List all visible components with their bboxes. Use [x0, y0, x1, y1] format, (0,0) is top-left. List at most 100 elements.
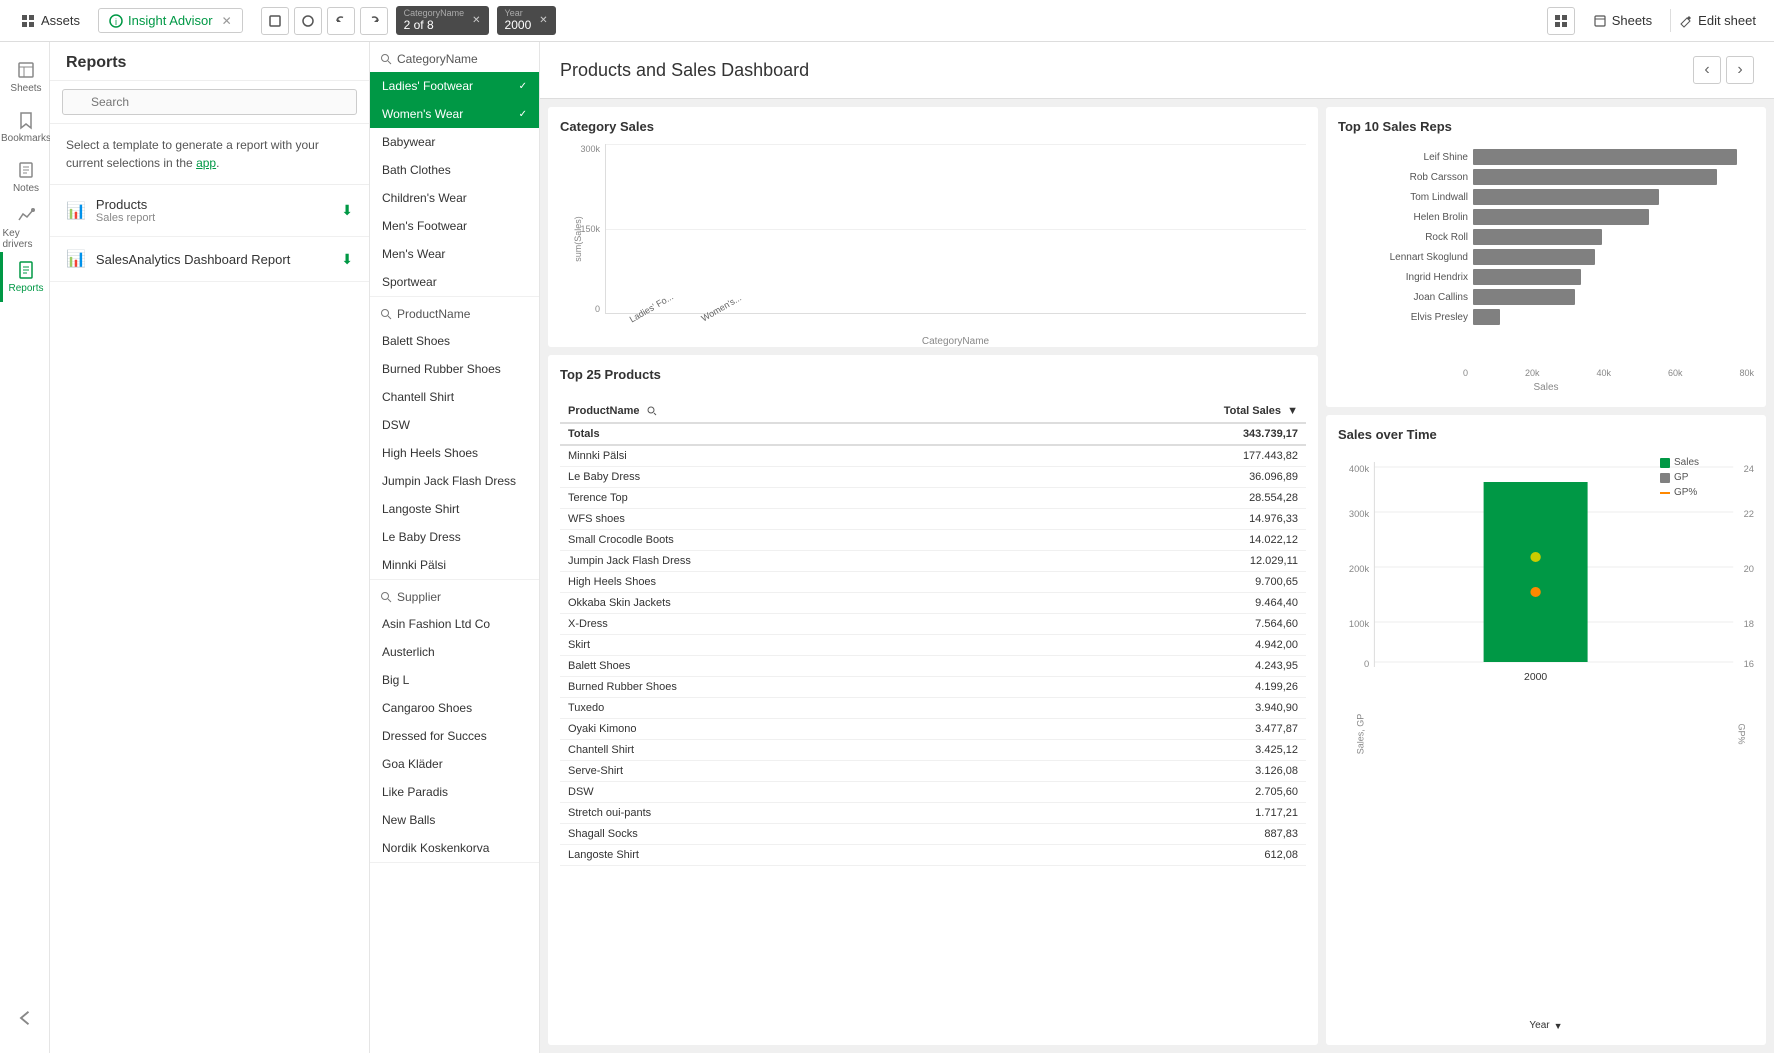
chip-year[interactable]: Year 2000 ✕: [497, 6, 556, 35]
supplier-big-l[interactable]: Big L: [370, 666, 539, 694]
table-row[interactable]: Balett Shoes4.243,95: [560, 656, 1306, 677]
nav-next-btn[interactable]: ›: [1726, 56, 1754, 84]
topbar-right: Sheets Edit sheet: [1547, 7, 1764, 35]
top25-table-container[interactable]: ProductName Total Sales ▼: [560, 400, 1306, 1033]
sort-icon[interactable]: ▼: [1287, 405, 1298, 417]
product-sales-cell: 14.976,33: [1053, 509, 1306, 530]
search-col-icon[interactable]: [647, 406, 657, 416]
table-row[interactable]: Serve-Shirt3.126,08: [560, 761, 1306, 782]
table-row[interactable]: Oyaki Kimono3.477,87: [560, 719, 1306, 740]
category-childrens-wear[interactable]: Children's Wear: [370, 184, 539, 212]
table-row[interactable]: Stretch oui-pants1.717,21: [560, 803, 1306, 824]
table-row[interactable]: Shagall Socks887,83: [560, 824, 1306, 845]
toolbar-btn-3[interactable]: [327, 7, 355, 35]
redo-icon: [367, 14, 381, 28]
nav-prev-btn[interactable]: ‹: [1693, 56, 1721, 84]
select-icon: [301, 14, 315, 28]
dashboard-body: Category Sales 300k 150k 0 sum(Sales): [540, 99, 1774, 1053]
sidebar-item-bookmarks[interactable]: Bookmarks: [0, 102, 50, 152]
table-row[interactable]: Jumpin Jack Flash Dress12.029,11: [560, 551, 1306, 572]
supplier-new-balls[interactable]: New Balls: [370, 806, 539, 834]
category-bath-clothes[interactable]: Bath Clothes: [370, 156, 539, 184]
table-row[interactable]: WFS shoes14.976,33: [560, 509, 1306, 530]
product-burned-rubber-shoes[interactable]: Burned Rubber Shoes: [370, 355, 539, 383]
product-chantell-shirt[interactable]: Chantell Shirt: [370, 383, 539, 411]
edit-sheet-button[interactable]: Edit sheet: [1670, 9, 1764, 32]
table-row[interactable]: Terence Top28.554,28: [560, 488, 1306, 509]
toolbar-btn-1[interactable]: [261, 7, 289, 35]
x-tick-0: 0: [1463, 368, 1468, 378]
sheets-button[interactable]: Sheets: [1585, 9, 1660, 32]
product-langoste-shirt[interactable]: Langoste Shirt: [370, 495, 539, 523]
product-jumpin-jack[interactable]: Jumpin Jack Flash Dress: [370, 467, 539, 495]
time-bar-2000: [1484, 482, 1588, 662]
product-name-cell: Burned Rubber Shoes: [560, 677, 1053, 698]
table-row[interactable]: X-Dress7.564,60: [560, 614, 1306, 635]
sidebar-item-sheets[interactable]: Sheets: [0, 52, 50, 102]
category-womens-wear[interactable]: Women's Wear ✓: [370, 100, 539, 128]
sidebar-item-notes[interactable]: Notes: [0, 152, 50, 202]
sidebar-collapse-btn[interactable]: [0, 993, 50, 1043]
report-salesanalytics-download-icon[interactable]: ⬇: [341, 251, 353, 268]
report-item-salesanalytics[interactable]: 📊 SalesAnalytics Dashboard Report ⬇: [50, 237, 369, 282]
product-name-section: ProductName Balett Shoes Burned Rubber S…: [370, 297, 539, 580]
y-right-20: 20.0%: [1744, 564, 1754, 574]
category-sales-x-label: CategoryName: [605, 336, 1306, 347]
supplier-goa[interactable]: Goa Kläder: [370, 750, 539, 778]
supplier-cangaroo[interactable]: Cangaroo Shoes: [370, 694, 539, 722]
year-dropdown-icon[interactable]: ▼: [1554, 1021, 1563, 1031]
chip1-close-icon[interactable]: ✕: [472, 15, 480, 26]
supplier-dressed[interactable]: Dressed for Succes: [370, 722, 539, 750]
report-products-download-icon[interactable]: ⬇: [341, 202, 353, 219]
sidebar-notes-label: Notes: [13, 183, 39, 194]
category-babywear[interactable]: Babywear: [370, 128, 539, 156]
supplier-nordik[interactable]: Nordik Koskenkorva: [370, 834, 539, 862]
top25-title: Top 25 Products: [560, 367, 661, 382]
gp-dot-1: [1530, 587, 1540, 597]
category-ladies-footwear[interactable]: Ladies' Footwear ✓: [370, 72, 539, 100]
supplier-like-paradis[interactable]: Like Paradis: [370, 778, 539, 806]
dashboard-header: Products and Sales Dashboard ‹ ›: [540, 42, 1774, 99]
product-sales-cell: 28.554,28: [1053, 488, 1306, 509]
tab-close-icon[interactable]: ✕: [222, 14, 232, 28]
toolbar-btn-4[interactable]: [360, 7, 388, 35]
search-input[interactable]: [62, 89, 357, 115]
table-row[interactable]: Skirt4.942,00: [560, 635, 1306, 656]
grid-layout-btn[interactable]: [1547, 7, 1575, 35]
product-minnki-palsi[interactable]: Minnki Pälsi: [370, 551, 539, 579]
table-row[interactable]: Burned Rubber Shoes4.199,26: [560, 677, 1306, 698]
table-row[interactable]: Minnki Pälsi177.443,82: [560, 446, 1306, 467]
product-le-baby-dress[interactable]: Le Baby Dress: [370, 523, 539, 551]
product-high-heels-shoes[interactable]: High Heels Shoes: [370, 439, 539, 467]
category-mens-wear[interactable]: Men's Wear: [370, 240, 539, 268]
reports-panel-title: Reports: [50, 42, 369, 81]
insight-advisor-tab[interactable]: i Insight Advisor ✕: [98, 8, 243, 33]
table-row[interactable]: Okkaba Skin Jackets9.464,40: [560, 593, 1306, 614]
table-row[interactable]: DSW2.705,60: [560, 782, 1306, 803]
supplier-austerlich[interactable]: Austerlich: [370, 638, 539, 666]
chip2-close-icon[interactable]: ✕: [539, 15, 547, 26]
product-name-cell: Tuxedo: [560, 698, 1053, 719]
chip-categoryname[interactable]: CategoryName 2 of 8 ✕: [396, 6, 489, 35]
app-link[interactable]: app: [196, 156, 216, 170]
category-mens-footwear[interactable]: Men's Footwear: [370, 212, 539, 240]
report-item-products[interactable]: 📊 Products Sales report ⬇: [50, 185, 369, 237]
table-row[interactable]: Langoste Shirt612,08: [560, 845, 1306, 866]
category-sportwear[interactable]: Sportwear: [370, 268, 539, 296]
rep-bar-container: [1473, 269, 1744, 285]
supplier-asin[interactable]: Asin Fashion Ltd Co: [370, 610, 539, 638]
table-row[interactable]: Chantell Shirt3.425,12: [560, 740, 1306, 761]
main-content: Products and Sales Dashboard ‹ › Categor…: [540, 42, 1774, 1053]
toolbar-btn-2[interactable]: [294, 7, 322, 35]
table-row[interactable]: High Heels Shoes9.700,65: [560, 572, 1306, 593]
table-row[interactable]: Small Crocodle Boots14.022,12: [560, 530, 1306, 551]
sidebar-item-reports[interactable]: Reports: [0, 252, 50, 302]
bar-womens: Women's...: [696, 296, 746, 313]
right-panel: Top 10 Sales Reps Leif Shine Rob Carsson…: [1326, 107, 1766, 1045]
table-row[interactable]: Tuxedo3.940,90: [560, 698, 1306, 719]
assets-button[interactable]: Assets: [10, 9, 90, 33]
product-dsw[interactable]: DSW: [370, 411, 539, 439]
product-balett-shoes[interactable]: Balett Shoes: [370, 327, 539, 355]
sidebar-item-key-drivers[interactable]: Key drivers: [0, 202, 50, 252]
table-row[interactable]: Le Baby Dress36.096,89: [560, 467, 1306, 488]
